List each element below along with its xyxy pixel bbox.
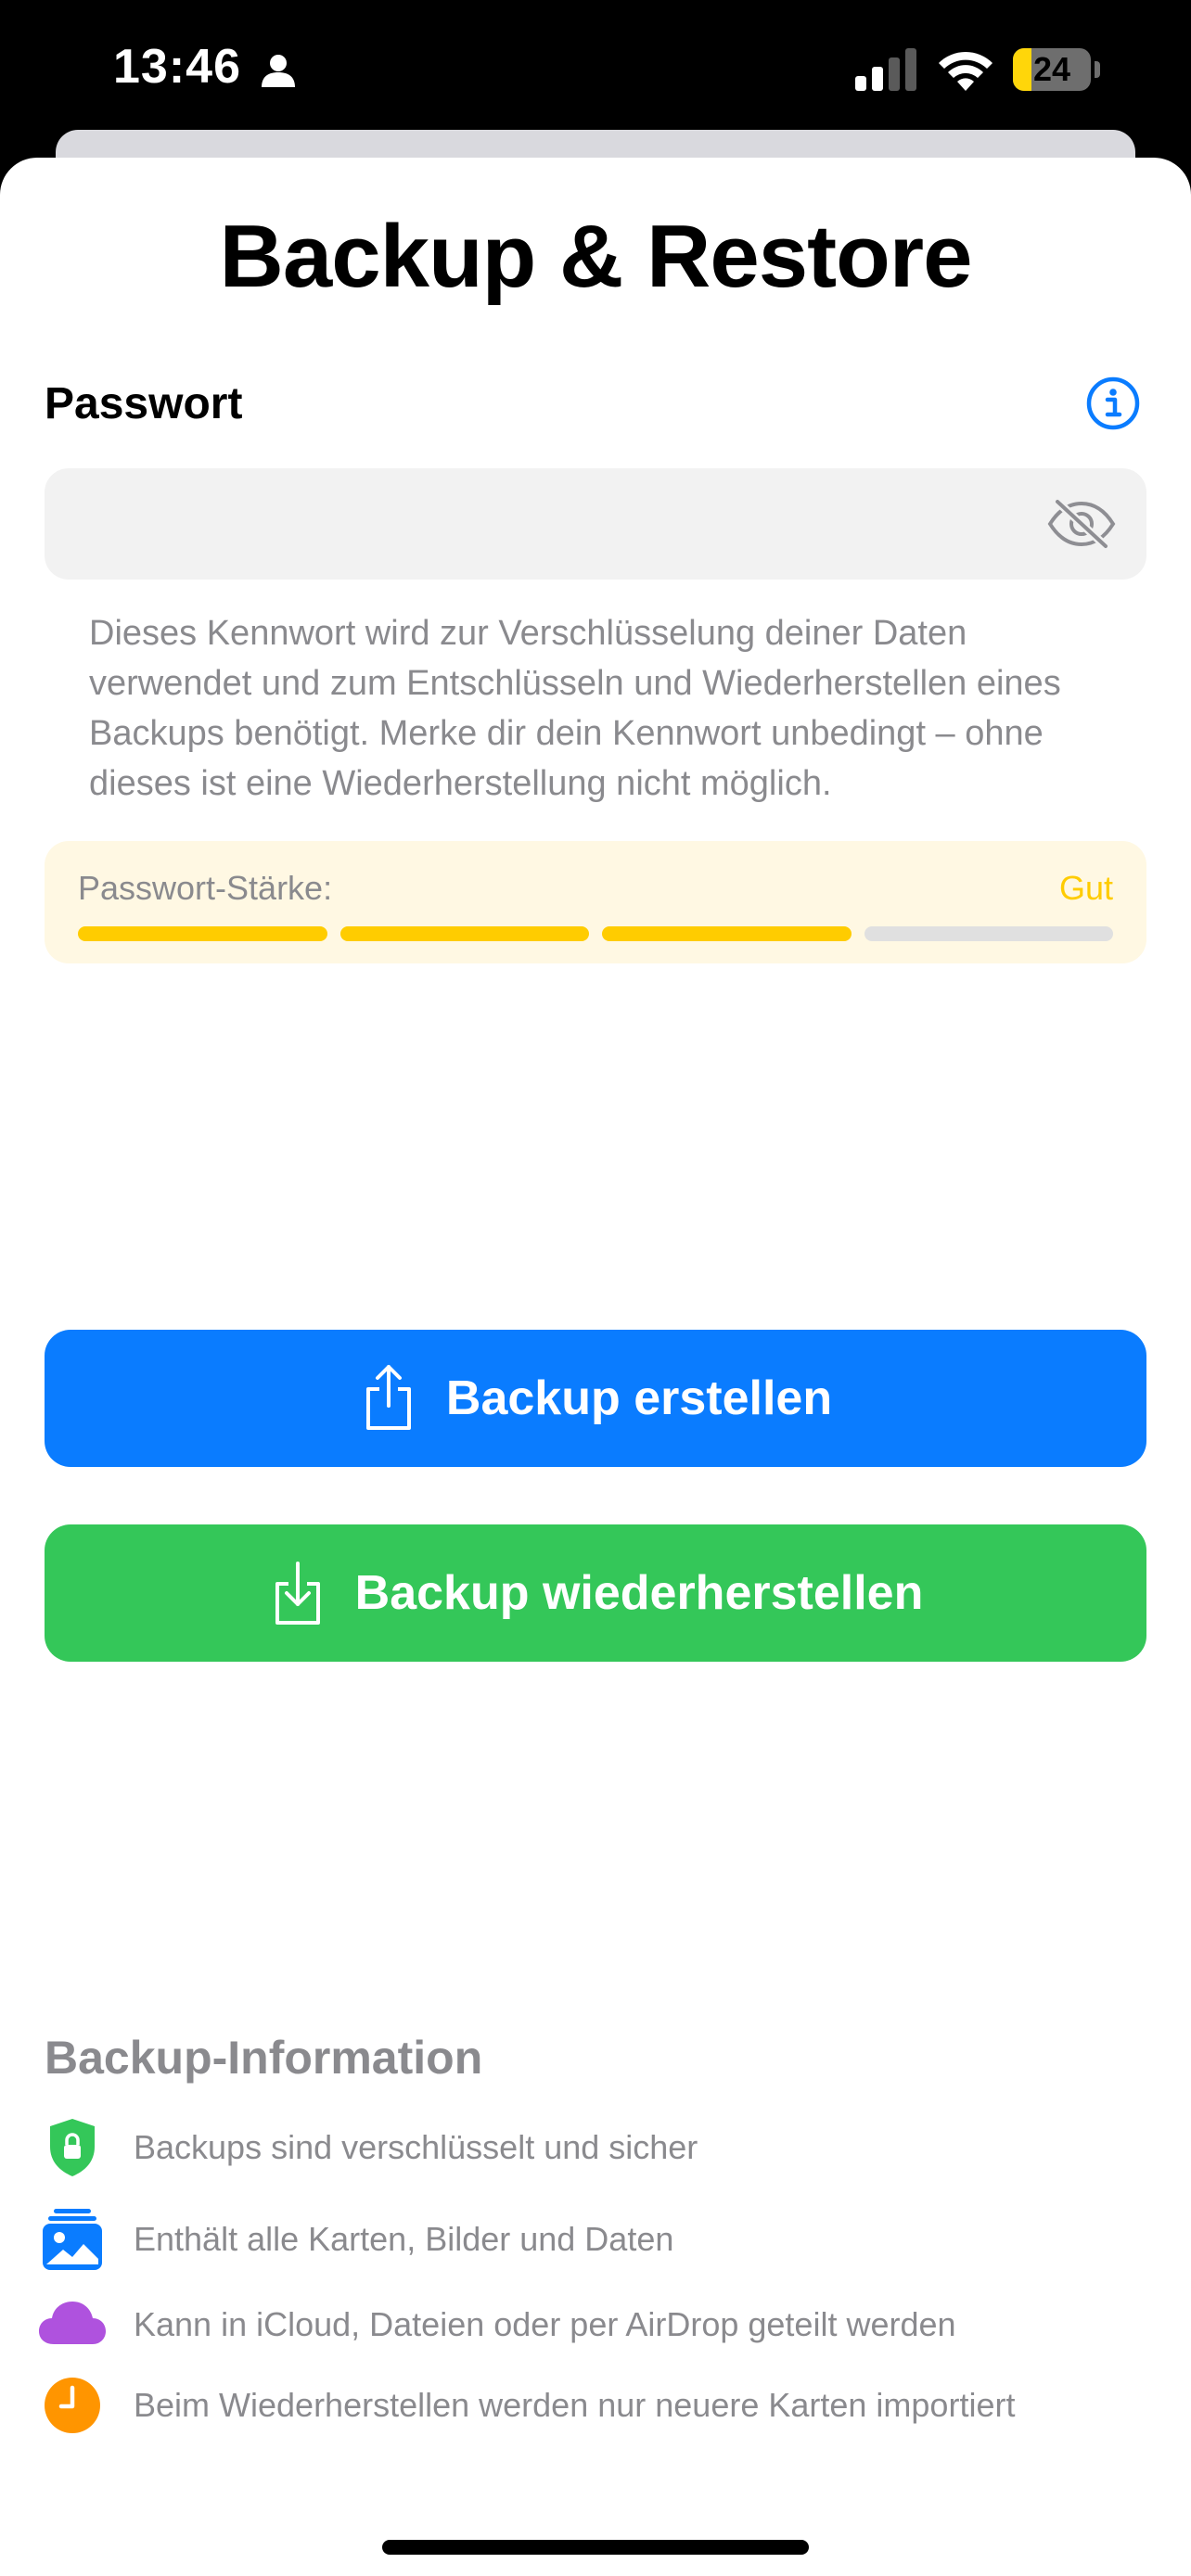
- person-icon: [262, 55, 295, 87]
- eye-slash-icon[interactable]: [1046, 498, 1117, 550]
- info-item-restore-note: Beim Wiederherstellen werden nur neuere …: [0, 2373, 1191, 2438]
- backup-info-heading: Backup-Information: [45, 2032, 483, 2084]
- info-item-text: Beim Wiederherstellen werden nur neuere …: [134, 2386, 1016, 2424]
- status-time: 13:46: [113, 40, 241, 94]
- photo-stack-icon: [43, 2209, 102, 2270]
- restore-backup-button[interactable]: Backup wiederherstellen: [45, 1524, 1146, 1662]
- password-description: Dieses Kennwort wird zur Verschlüsselung…: [89, 614, 1061, 803]
- strength-segment: [339, 926, 589, 941]
- shield-lock-icon: [50, 2119, 95, 2176]
- battery-indicator: 24: [1013, 48, 1091, 91]
- strength-label: Passwort-Stärke:: [78, 869, 333, 907]
- share-icon: [365, 1365, 411, 1430]
- create-backup-label: Backup erstellen: [445, 1371, 833, 1425]
- status-bar: 13:46 24: [0, 0, 1191, 139]
- info-item-contents: Enthält alle Karten, Bilder und Daten: [0, 2207, 1191, 2272]
- create-backup-button[interactable]: Backup erstellen: [45, 1330, 1146, 1467]
- strength-value: Gut: [1058, 869, 1113, 907]
- password-label: Passwort: [45, 379, 243, 428]
- page-title: Backup & Restore: [219, 207, 973, 306]
- restore-backup-label: Backup wiederherstellen: [354, 1566, 924, 1620]
- battery-percentage: 24: [1032, 50, 1071, 88]
- import-icon: [275, 1562, 320, 1625]
- strength-segment: [602, 926, 852, 941]
- info-item-text: Kann in iCloud, Dateien oder per AirDrop…: [134, 2305, 956, 2343]
- clock-icon: [45, 2378, 100, 2433]
- info-icon[interactable]: [1085, 376, 1141, 431]
- password-strength-panel: Passwort-Stärke: Gut: [45, 841, 1146, 963]
- info-item-text: Backups sind verschlüsselt und sicher: [134, 2128, 698, 2166]
- info-item-encrypted: Backups sind verschlüsselt und sicher: [0, 2115, 1191, 2180]
- cloud-icon: [39, 2302, 106, 2344]
- cellular-signal-icon: [855, 48, 916, 91]
- home-indicator: [382, 2540, 809, 2555]
- battery-tip: [1095, 61, 1100, 78]
- wifi-icon: [939, 51, 992, 91]
- password-input[interactable]: [72, 468, 1041, 581]
- strength-segment: [78, 926, 327, 941]
- info-item-sharing: Kann in iCloud, Dateien oder per AirDrop…: [0, 2292, 1191, 2357]
- password-field: [45, 468, 1146, 581]
- strength-meter: [78, 926, 1113, 941]
- strength-segment: [864, 926, 1113, 941]
- info-item-text: Enthält alle Karten, Bilder und Daten: [134, 2220, 674, 2258]
